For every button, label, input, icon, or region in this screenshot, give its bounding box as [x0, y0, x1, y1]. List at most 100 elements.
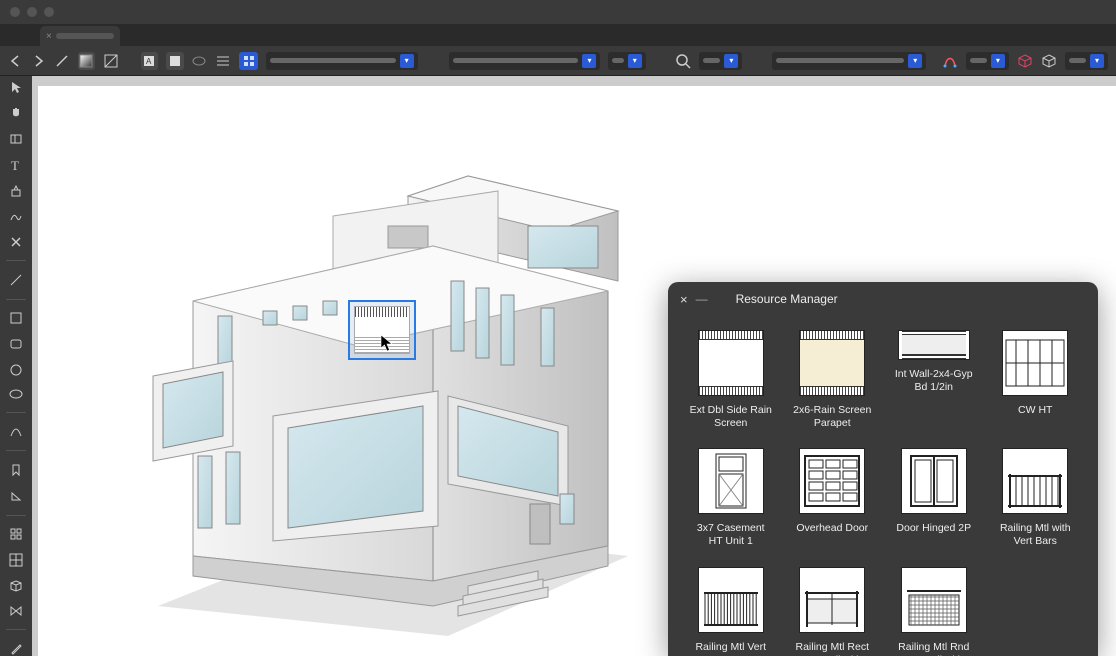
chevron-down-icon: ▾ — [908, 54, 922, 68]
resource-manager-panel: × — Resource Manager Ext Dbl Side Rain S… — [668, 282, 1098, 656]
chevron-down-icon: ▾ — [582, 54, 596, 68]
freeform-tool-icon[interactable] — [7, 210, 25, 224]
wall-section-preview — [354, 306, 410, 354]
toolbar: A ▾ ▾ ▾ ▾ ▾ ▾ ▾ — [0, 46, 1116, 76]
chevron-down-icon: ▾ — [628, 54, 642, 68]
resource-item-railing-mtl-vert[interactable]: Railing Mtl Vert — [686, 567, 776, 656]
line-tool-icon[interactable] — [54, 53, 70, 69]
resource-thumb — [799, 567, 865, 633]
resource-label: Int Wall-2x4-Gyp Bd 1/2in — [892, 368, 976, 394]
panel-minimize-icon[interactable]: — — [696, 292, 708, 306]
chevron-down-icon: ▾ — [724, 54, 738, 68]
grid-mode-icon[interactable] — [239, 52, 258, 70]
search-icon[interactable] — [675, 53, 691, 69]
edit-tool-icon[interactable] — [7, 642, 25, 656]
resource-thumb — [1002, 448, 1068, 514]
resource-item-2x6-rain-screen-parapet[interactable]: 2x6-Rain Screen Parapet — [788, 330, 878, 430]
selection-tool-icon[interactable] — [7, 80, 25, 94]
pan-tool-icon[interactable] — [7, 106, 25, 120]
resource-label: CW HT — [1018, 404, 1052, 417]
line-draw-icon[interactable] — [7, 273, 25, 287]
resource-item-ext-dbl-side-rain-screen[interactable]: Ext Dbl Side Rain Screen — [686, 330, 776, 430]
resource-thumb — [1002, 330, 1068, 396]
pushpull-tool-icon[interactable] — [7, 184, 25, 198]
search-dropdown[interactable]: ▾ — [699, 52, 742, 70]
resource-item-overhead-door[interactable]: Overhead Door — [788, 448, 878, 548]
nav-fwd-icon[interactable] — [30, 53, 46, 69]
resource-item-int-wall-2x4-gyp-bd-1-2in[interactable]: Int Wall-2x4-Gyp Bd 1/2in — [889, 330, 979, 430]
fill-diag-icon[interactable] — [103, 53, 119, 69]
fill-box-icon[interactable] — [166, 52, 184, 70]
resource-label: Ext Dbl Side Rain Screen — [689, 404, 773, 430]
document-tab[interactable]: × — [40, 26, 120, 46]
resource-label: Railing Mtl Rnd Top Rail with Grating Pa… — [892, 641, 976, 656]
grid-lg-icon[interactable] — [7, 553, 25, 567]
text-box-icon[interactable]: A — [141, 52, 159, 70]
resource-label: 3x7 Casement HT Unit 1 — [689, 522, 773, 548]
window-close-button[interactable] — [10, 7, 20, 17]
tab-label — [56, 33, 114, 39]
resource-item-railing-mtl-rect-top-rail-with-panel[interactable]: Railing Mtl Rect Top Rail with Panel — [788, 567, 878, 656]
text-tool-icon[interactable]: T — [7, 158, 25, 172]
toolbar-dropdown-1[interactable]: ▾ — [266, 52, 417, 70]
resource-label: Overhead Door — [796, 522, 868, 535]
resource-label: Railing Mtl with Vert Bars — [993, 522, 1077, 548]
resource-label: Door Hinged 2P — [896, 522, 971, 535]
selected-wall-section[interactable] — [348, 300, 416, 360]
chevron-down-icon: ▾ — [400, 54, 414, 68]
tab-close-icon[interactable]: × — [46, 31, 52, 42]
ellipse-ghost-icon[interactable] — [192, 53, 208, 69]
roundrect-tool-icon[interactable] — [7, 337, 25, 351]
tab-bar: × — [0, 24, 1116, 46]
toolbar-dropdown-2[interactable]: ▾ — [449, 52, 600, 70]
flyout-icon[interactable] — [7, 132, 25, 146]
resource-label: Railing Mtl Vert — [695, 641, 766, 654]
panel-close-icon[interactable]: × — [680, 292, 688, 307]
resource-label: 2x6-Rain Screen Parapet — [790, 404, 874, 430]
canvas-area[interactable]: × — Resource Manager Ext Dbl Side Rain S… — [32, 76, 1116, 656]
grid-sm-icon[interactable] — [7, 527, 25, 541]
list-icon[interactable] — [215, 53, 231, 69]
square-tool-icon[interactable] — [7, 311, 25, 325]
panel-title: Resource Manager — [736, 292, 838, 306]
resource-thumb — [799, 330, 865, 396]
bowtie-tool-icon[interactable] — [7, 605, 25, 617]
resource-item-railing-mtl-rnd-top-rail-with-grating-panel[interactable]: Railing Mtl Rnd Top Rail with Grating Pa… — [889, 567, 979, 656]
window-minimize-button[interactable] — [27, 7, 37, 17]
resource-item-3x7-casement-ht-unit-1[interactable]: 3x7 Casement HT Unit 1 — [686, 448, 776, 548]
ellipse-tool-icon[interactable] — [7, 389, 25, 400]
gradient-icon[interactable] — [78, 52, 96, 70]
resource-thumb — [901, 567, 967, 633]
resource-thumb — [698, 330, 764, 396]
resource-item-door-hinged-2p[interactable]: Door Hinged 2P — [889, 448, 979, 548]
chevron-down-icon: ▾ — [991, 54, 1005, 68]
right-pill-1[interactable]: ▾ — [966, 52, 1009, 70]
circle-tool-icon[interactable] — [7, 363, 25, 377]
panel-header[interactable]: × — Resource Manager — [668, 282, 1098, 316]
cube-plain-icon[interactable] — [1041, 53, 1057, 69]
bookmark-tool-icon[interactable] — [7, 463, 25, 477]
building-model — [98, 116, 668, 636]
resource-item-cw-ht[interactable]: CW HT — [991, 330, 1081, 430]
cube-tool-icon[interactable] — [7, 579, 25, 593]
resource-thumb — [901, 448, 967, 514]
chevron-down-icon: ▾ — [1090, 54, 1104, 68]
arc-tool-icon[interactable] — [7, 424, 25, 438]
svg-text:A: A — [146, 57, 152, 66]
nav-back-icon[interactable] — [8, 53, 24, 69]
window-maximize-button[interactable] — [44, 7, 54, 17]
bez-icon[interactable] — [942, 53, 958, 69]
left-tool-panel: T — [0, 76, 32, 656]
resource-label: Railing Mtl Rect Top Rail with Panel — [790, 641, 874, 656]
angle-tool-icon[interactable] — [7, 489, 25, 503]
resource-thumb — [898, 330, 970, 360]
right-pill-2[interactable]: ▾ — [1065, 52, 1108, 70]
resource-item-railing-mtl-with-vert-bars[interactable]: Railing Mtl with Vert Bars — [991, 448, 1081, 548]
cube-colored-icon[interactable] — [1017, 53, 1033, 69]
toolbar-dropdown-4[interactable]: ▾ — [772, 52, 926, 70]
resource-thumb — [698, 567, 764, 633]
resource-thumb — [799, 448, 865, 514]
toolbar-dropdown-3[interactable]: ▾ — [608, 52, 645, 70]
svg-text:T: T — [11, 158, 19, 172]
close-x-icon[interactable] — [7, 236, 25, 248]
